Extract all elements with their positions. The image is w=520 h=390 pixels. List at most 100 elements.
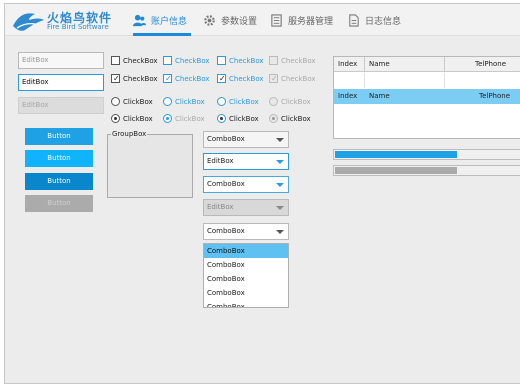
radio-normal-checked[interactable]: ClickBox [111,113,153,124]
combobox-value: ComboBox [207,135,245,143]
radio-dot [166,117,169,120]
checkbox-label: CheckBox [123,74,158,83]
combobox-normal[interactable]: ComboBox [203,131,289,148]
checkbox-label: CheckBox [281,74,316,83]
radio-disabled-checked: ClickBox [269,113,311,124]
editbox-normal[interactable]: EditBox [18,52,104,69]
checkbox-label: CheckBox [123,56,158,65]
combobox-editable-focused[interactable]: EditBox [203,153,289,170]
radio-circle [217,114,226,123]
checkmark-icon: ✓ [219,74,226,83]
progress-fill [335,167,457,174]
radio-label: ClickBox [123,114,153,123]
checkbox-normal-checked[interactable]: ✓ CheckBox [111,73,158,84]
combobox-dropdown-list: ComboBox ComboBox ComboBox ComboBox Comb… [203,243,289,308]
checkbox-hover-checked[interactable]: ✓ CheckBox [163,73,210,84]
checkbox-square: ✓ [217,74,226,83]
dropdown-arrow-icon [276,183,284,187]
radio-dot [272,117,275,120]
app-window: 火焰鸟软件 Fire Bird Software 账户信息 参数设置 服务器管理… [4,3,520,384]
table-cell [334,73,365,88]
radio-circle [217,97,226,106]
radio-circle [269,97,278,106]
firebird-logo-icon [13,13,44,31]
document-icon [349,13,359,27]
checkbox-focused-unchecked[interactable]: CheckBox [217,55,264,66]
checkbox-normal-unchecked[interactable]: CheckBox [111,55,158,66]
combobox-disabled: EditBox [203,199,289,216]
combobox-open[interactable]: ComboBox [203,223,289,240]
checkbox-hover-unchecked[interactable]: CheckBox [163,55,210,66]
radio-label: ClickBox [281,97,311,106]
dropdown-option[interactable]: ComboBox [204,244,288,258]
column-header-index[interactable]: Index [334,57,365,72]
radio-circle [111,97,120,106]
dropdown-arrow-icon [276,230,284,234]
button-disabled: Button [25,195,93,212]
radio-disabled-unchecked: ClickBox [269,96,311,107]
editbox-disabled: EditBox [18,97,104,114]
data-table: Index Name TelPhone Index Name TelPhone [333,56,520,139]
radio-focused-checked[interactable]: ClickBox [217,113,259,124]
combobox-value: EditBox [207,203,234,211]
checkmark-icon: ✓ [165,74,172,83]
radio-dot [114,117,117,120]
combobox-focused[interactable]: ComboBox [203,176,289,193]
server-icon [271,13,282,27]
progress-bar-normal [333,149,520,160]
checkbox-square: ✓ [269,74,278,83]
editbox-focused[interactable]: EditBox [18,74,104,91]
dropdown-option[interactable]: ComboBox [204,286,288,300]
logo-english-name: Fire Bird Software [47,23,109,31]
checkbox-square [111,56,120,65]
tab-label: 账户信息 [151,16,188,27]
checkbox-focused-checked[interactable]: ✓ CheckBox [217,73,264,84]
radio-hover-unchecked[interactable]: ClickBox [163,96,205,107]
table-row[interactable] [334,73,520,88]
radio-circle [163,97,172,106]
tab-parameter-settings[interactable]: 参数设置 [203,9,257,31]
table-cell: Index [338,92,358,100]
radio-label: ClickBox [229,114,259,123]
checkbox-disabled-unchecked: CheckBox [269,55,316,66]
radio-hover-checked[interactable]: ClickBox [163,113,205,124]
progress-bar-disabled [333,165,520,176]
dropdown-option[interactable]: ComboBox [204,272,288,286]
tab-label: 参数设置 [221,16,258,27]
tab-label: 日志信息 [365,16,402,27]
tab-log-info[interactable]: 日志信息 [347,9,401,31]
radio-focused-unchecked[interactable]: ClickBox [217,96,259,107]
checkbox-square: ✓ [163,74,172,83]
dropdown-option[interactable]: ComboBox [204,300,288,307]
button-hover[interactable]: Button [25,150,93,167]
radio-circle [163,114,172,123]
radio-normal-unchecked[interactable]: ClickBox [111,96,153,107]
tab-server-management[interactable]: 服务器管理 [270,9,333,31]
tab-label: 服务器管理 [288,16,334,27]
checkbox-label: CheckBox [175,74,210,83]
dropdown-arrow-icon [276,138,284,142]
dropdown-option[interactable]: ComboBox [204,258,288,272]
radio-label: ClickBox [123,97,153,106]
table-row-selected[interactable]: Index Name TelPhone [334,89,520,104]
radio-circle [111,114,120,123]
app-logo: 火焰鸟软件 Fire Bird Software [11,8,131,34]
dropdown-arrow-icon [276,206,284,210]
button-pressed[interactable]: Button [25,173,93,190]
radio-label: ClickBox [229,97,259,106]
column-header-telphone[interactable]: TelPhone [445,57,520,72]
progress-fill [335,151,457,158]
radio-dot [220,117,223,120]
radio-circle [269,114,278,123]
column-header-name[interactable]: Name [365,57,445,72]
checkmark-icon: ✓ [113,74,120,83]
button-normal[interactable]: Button [25,128,93,145]
tab-account-info[interactable]: 账户信息 [133,9,187,31]
table-cell [365,73,445,88]
combobox-value: EditBox [207,157,234,165]
checkbox-label: CheckBox [229,74,264,83]
combobox-value: ComboBox [207,227,245,235]
checkbox-label: CheckBox [229,56,264,65]
group-box-label: GroupBox [111,130,148,138]
gear-icon [204,14,215,26]
